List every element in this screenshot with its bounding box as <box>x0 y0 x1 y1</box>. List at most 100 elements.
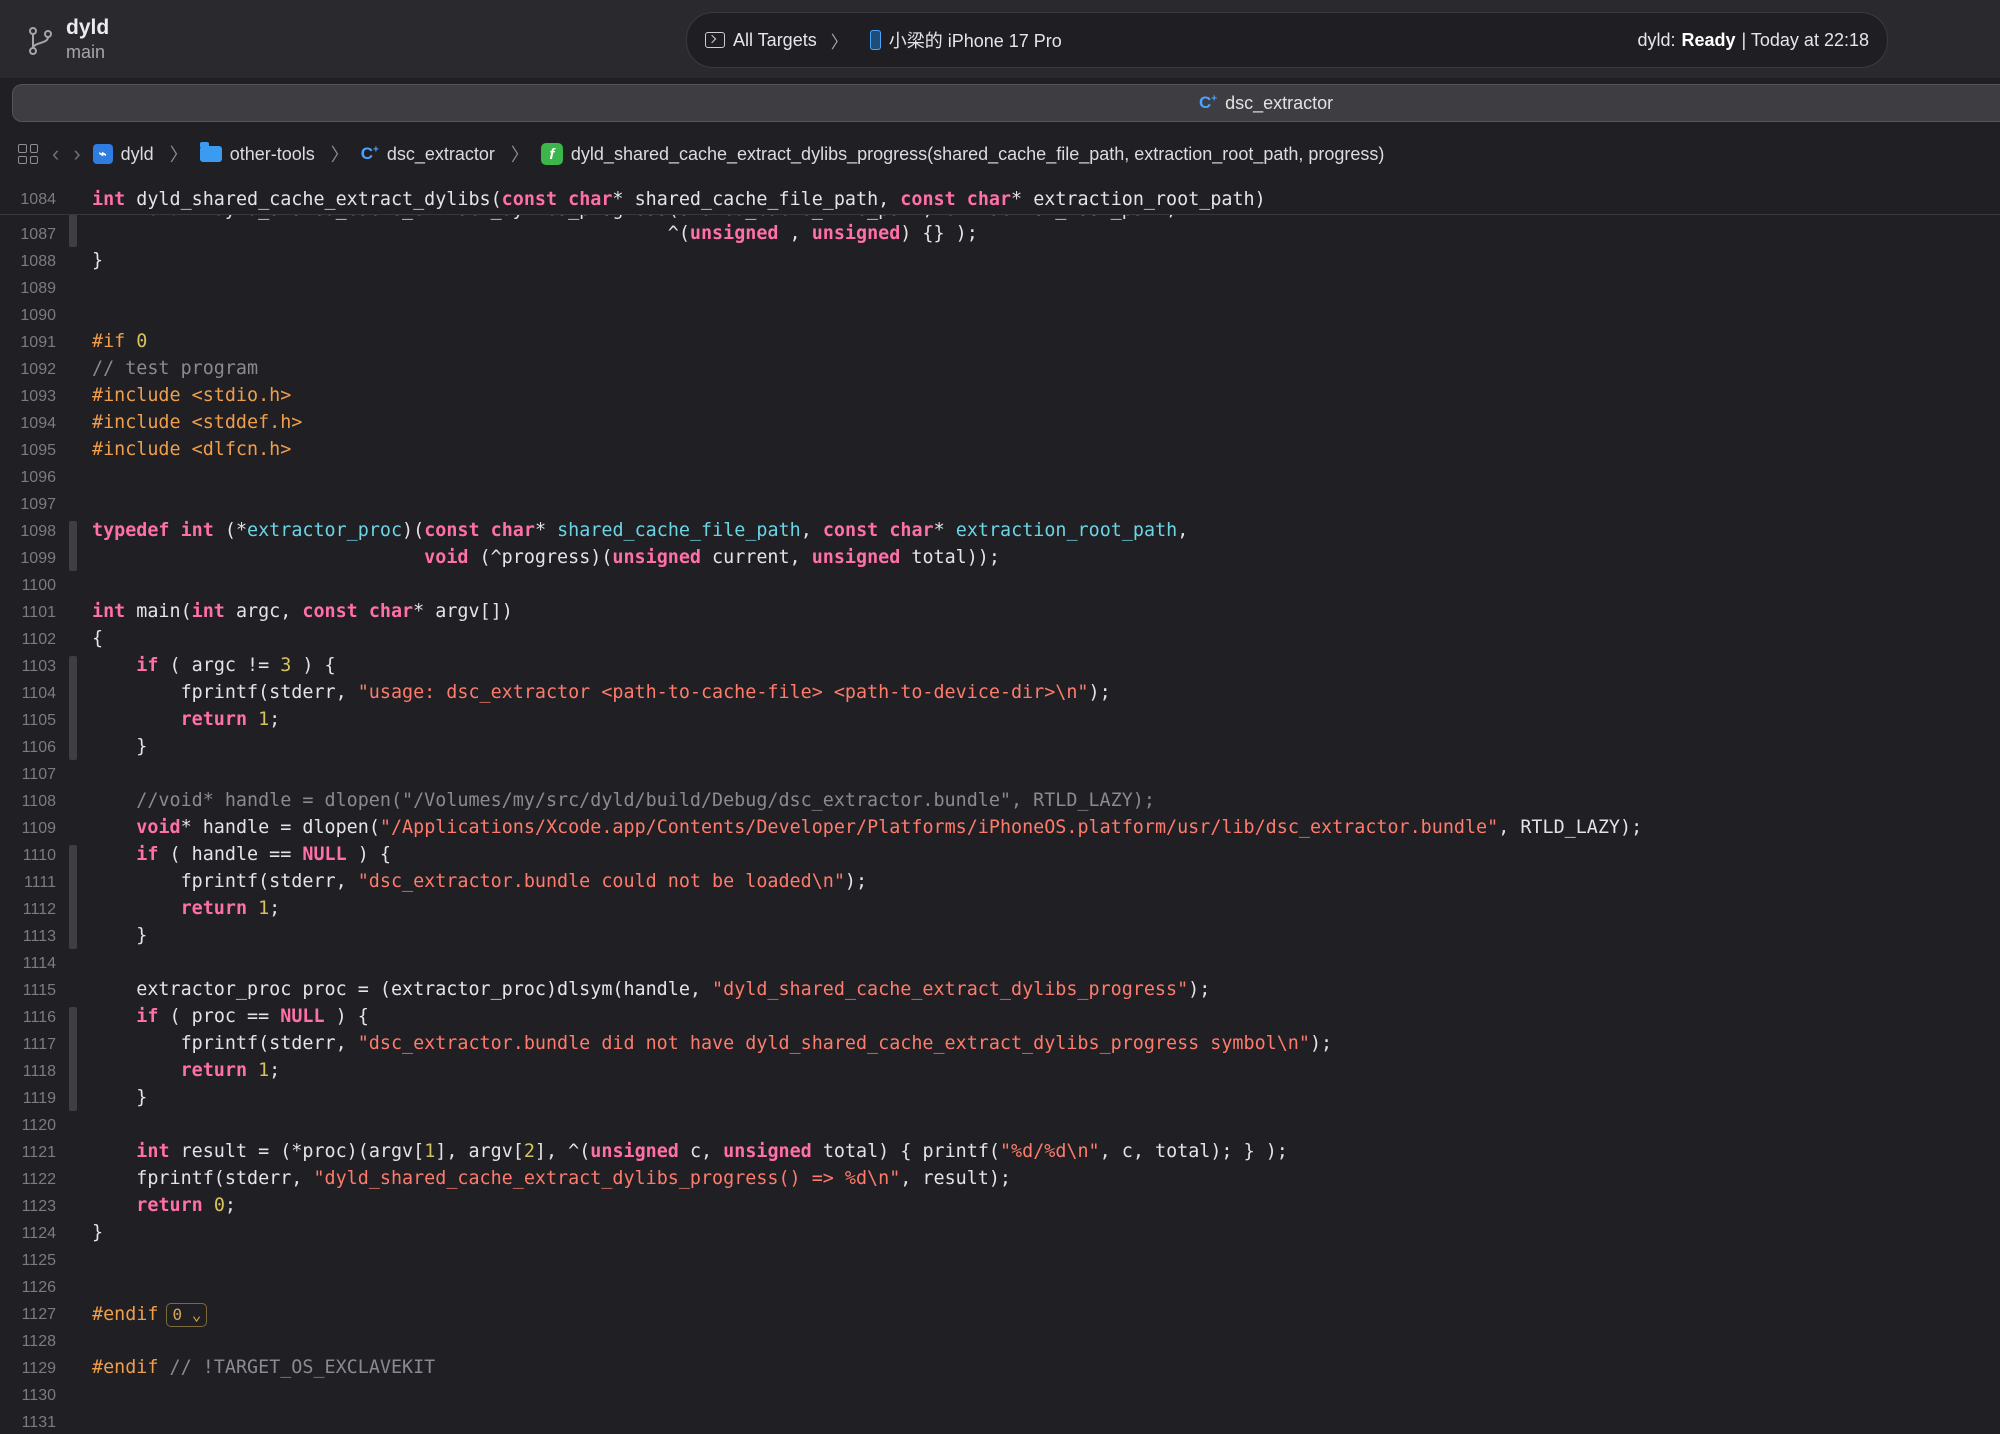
c-file-icon: C+ <box>1199 93 1218 112</box>
forward-arrow-icon[interactable]: › <box>73 141 80 167</box>
code-line[interactable]: 1102 { <box>0 627 2000 654</box>
code-line[interactable]: 1103 if ( argc != 3 ) { <box>0 654 2000 681</box>
line-number: 1112 <box>22 900 56 918</box>
code-line[interactable]: 1097 <box>0 492 2000 519</box>
line-number: 1128 <box>21 1332 56 1350</box>
breadcrumb-folder-label: other-tools <box>229 143 315 164</box>
code-line[interactable]: 1127 #endif 0 ⌄ <box>0 1302 2000 1329</box>
breadcrumb-folder[interactable]: other-tools 〉 <box>199 141 349 167</box>
sticky-scope-header[interactable]: 1084 int dyld_shared_cache_extract_dylib… <box>0 188 2000 215</box>
code-line[interactable]: 1110 if ( handle == NULL ) { <box>0 843 2000 870</box>
code-text: typedef int (*extractor_proc)(const char… <box>92 519 1189 541</box>
code-text: return 1; <box>180 1059 281 1081</box>
status-state: Ready <box>1681 29 1736 50</box>
code-text: fprintf(stderr, "dsc_extractor.bundle di… <box>92 1032 1333 1054</box>
code-text: fprintf(stderr, "dyld_shared_cache_extra… <box>92 1167 1012 1189</box>
code-text: return 1; <box>180 897 281 919</box>
run-destination-label[interactable]: 小梁的 iPhone 17 Pro <box>889 27 1062 53</box>
tab-dsc-extractor[interactable]: C+ dsc_extractor <box>1199 85 1333 121</box>
related-items-icon[interactable] <box>18 144 38 164</box>
chevron-right-icon: 〉 <box>510 145 529 165</box>
code-fold-ribbon[interactable] <box>69 844 77 949</box>
code-line[interactable]: 1115 extractor_proc proc = (extractor_pr… <box>0 978 2000 1005</box>
fold-count-badge[interactable]: 0 ⌄ <box>166 1302 208 1327</box>
line-number: 1111 <box>23 873 56 891</box>
code-line[interactable]: 1100 <box>0 573 2000 600</box>
code-text: #endif // !TARGET_OS_EXCLAVEKIT <box>92 1356 436 1378</box>
code-text: if ( argc != 3 ) { <box>136 654 336 676</box>
code-line[interactable]: 1090 <box>0 303 2000 330</box>
code-line[interactable]: 1107 <box>0 762 2000 789</box>
code-line[interactable]: 1106 } <box>0 735 2000 762</box>
breadcrumb-project[interactable]: ⌁ dyld 〉 <box>92 141 188 167</box>
code-line[interactable]: 1128 <box>0 1329 2000 1356</box>
breadcrumb-symbol[interactable]: f dyld_shared_cache_extract_dylibs_progr… <box>540 143 1384 165</box>
code-line[interactable]: 1088} <box>0 249 2000 276</box>
code-line[interactable]: 1087 ^(unsigned , unsigned) {} ); <box>0 222 2000 249</box>
line-number: 1087 <box>20 225 56 243</box>
code-line[interactable]: 1093 #include <stdio.h> <box>0 384 2000 411</box>
code-text: } <box>92 1086 148 1108</box>
code-text: //void* handle = dlopen("/Volumes/my/src… <box>92 789 1155 811</box>
code-text: int main(int argc, const char* argv[]) <box>92 600 513 622</box>
code-line[interactable]: 1119 } <box>0 1086 2000 1113</box>
source-editor[interactable]: 1084 int dyld_shared_cache_extract_dylib… <box>0 188 2000 1434</box>
code-line[interactable]: 1094 #include <stddef.h> <box>0 411 2000 438</box>
code-line[interactable]: 1109 void* handle = dlopen("/Application… <box>0 816 2000 843</box>
line-number: 1105 <box>21 711 56 729</box>
scheme-selector[interactable]: All Targets 〉 小梁的 iPhone 17 Pro <box>705 13 1062 67</box>
code-line[interactable]: 1095 #include <dlfcn.h> <box>0 438 2000 465</box>
code-line[interactable]: 1129 #endif // !TARGET_OS_EXCLAVEKIT <box>0 1356 2000 1383</box>
code-fold-ribbon[interactable] <box>69 520 77 571</box>
activity-viewer: All Targets 〉 小梁的 iPhone 17 Pro dyld: Re… <box>686 12 1888 68</box>
line-number: 1084 <box>20 191 56 208</box>
code-fold-ribbon[interactable] <box>69 1006 77 1111</box>
code-text: return 1; <box>180 708 281 730</box>
code-line[interactable]: 1114 <box>0 951 2000 978</box>
line-number: 1123 <box>21 1197 56 1215</box>
build-status: dyld: Ready | Today at 22:18 <box>1637 13 1869 67</box>
code-line[interactable]: 1116 if ( proc == NULL ) { <box>0 1005 2000 1032</box>
code-line[interactable]: 1098 typedef int (*extractor_proc)(const … <box>0 519 2000 546</box>
line-number: 1101 <box>21 603 56 621</box>
code-text: return 0; <box>136 1194 236 1216</box>
code-line[interactable]: 1113 } <box>0 924 2000 951</box>
code-line[interactable]: 1118 return 1; <box>0 1059 2000 1086</box>
code-line[interactable]: 1125 <box>0 1248 2000 1275</box>
code-line[interactable]: 1104 fprintf(stderr, "usage: dsc_extract… <box>0 681 2000 708</box>
code-line[interactable]: 1108 //void* handle = dlopen("/Volumes/m… <box>0 789 2000 816</box>
code-line[interactable]: 1112 return 1; <box>0 897 2000 924</box>
code-text: extractor_proc proc = (extractor_proc)dl… <box>92 978 1211 1000</box>
git-branch-icon <box>29 27 52 55</box>
code-line[interactable]: 1089 <box>0 276 2000 303</box>
editor-tab-bar: C+ dsc_extractor <box>12 84 2000 122</box>
code-line[interactable]: 1121 int result = (*proc)(argv[1], argv[… <box>0 1140 2000 1167</box>
code-line[interactable]: 1123 return 0; <box>0 1194 2000 1221</box>
code-text: } <box>92 249 104 271</box>
code-line[interactable]: 1105 return 1; <box>0 708 2000 735</box>
code-fold-ribbon[interactable] <box>69 655 77 760</box>
code-line[interactable]: 1092 // test program <box>0 357 2000 384</box>
code-line[interactable]: 1101 int main(int argc, const char* argv[… <box>0 600 2000 627</box>
code-line[interactable]: 1096 <box>0 465 2000 492</box>
code-line[interactable]: 1099 void (^progress)(unsigned current, … <box>0 546 2000 573</box>
line-number: 1115 <box>22 981 56 999</box>
code-line[interactable]: 1117 fprintf(stderr, "dsc_extractor.bund… <box>0 1032 2000 1059</box>
line-number: 1092 <box>20 360 56 378</box>
code-line[interactable]: 1131 <box>0 1410 2000 1434</box>
line-number: 1124 <box>21 1224 56 1242</box>
line-number: 1127 <box>21 1305 56 1323</box>
code-line[interactable]: 1126 <box>0 1275 2000 1302</box>
code-text: if ( handle == NULL ) { <box>136 843 391 865</box>
code-line[interactable]: 1091 #if 0 <box>0 330 2000 357</box>
code-line[interactable]: 1120 <box>0 1113 2000 1140</box>
breadcrumb-file[interactable]: C+ dsc_extractor 〉 <box>361 141 529 167</box>
code-line[interactable]: 1111 fprintf(stderr, "dsc_extractor.bund… <box>0 870 2000 897</box>
sticky-scope-code: int dyld_shared_cache_extract_dylibs(con… <box>92 189 1266 210</box>
code-line[interactable]: 1130 <box>0 1383 2000 1410</box>
back-arrow-icon[interactable]: ‹ <box>52 141 59 167</box>
code-line[interactable]: 1122 fprintf(stderr, "dyld_shared_cache_… <box>0 1167 2000 1194</box>
code-line[interactable]: 1124} <box>0 1221 2000 1248</box>
scheme-target-label[interactable]: All Targets <box>733 30 817 51</box>
line-number: 1109 <box>21 819 56 837</box>
